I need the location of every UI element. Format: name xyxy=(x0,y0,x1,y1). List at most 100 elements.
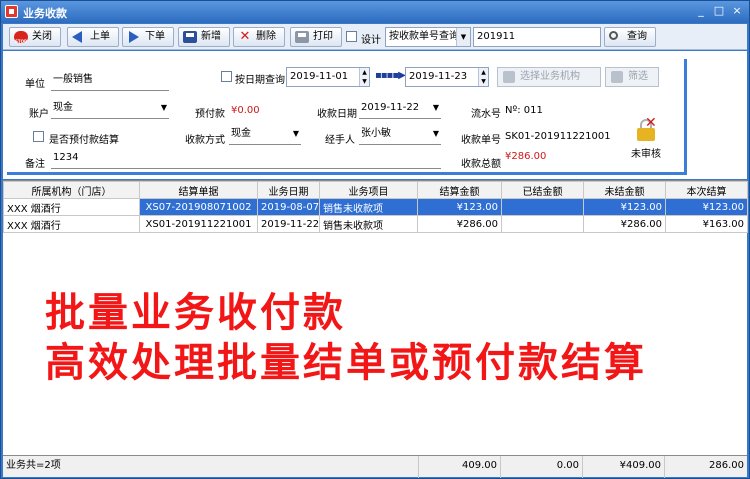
column-header[interactable]: 业务日期 xyxy=(257,181,320,199)
total-label: 收款总额 xyxy=(461,159,501,170)
next-record-button[interactable]: 下单 xyxy=(122,27,174,47)
table-cell[interactable] xyxy=(501,215,584,233)
date-from-value: 2019-11-01 xyxy=(290,71,349,82)
query-mode-select[interactable]: 按收款单号查询 ▼ xyxy=(385,27,471,47)
prepay-label: 预付款 xyxy=(195,109,225,120)
unit-field[interactable]: 一般销售 xyxy=(51,71,169,91)
handler-value: 张小敏 xyxy=(361,128,391,139)
table-cell[interactable]: ¥163.00 xyxy=(665,215,748,233)
settle-total: 409.00 xyxy=(419,456,501,478)
account-label: 账户 xyxy=(29,109,49,120)
table-cell[interactable]: ¥123.00 xyxy=(417,198,502,216)
org-icon xyxy=(503,71,515,83)
unsettled-total: ¥409.00 xyxy=(583,456,665,478)
date-range-arrow-icon: ▪▪▪▪▶ xyxy=(375,70,406,81)
delete-button[interactable]: ✕ 删除 xyxy=(233,27,285,47)
table-cell[interactable]: 2019-11-22 xyxy=(257,215,320,233)
table-row[interactable]: XXX 烟酒行 XS01-201911221001 2019-11-22 销售未… xyxy=(3,215,748,233)
table-cell[interactable]: XXX 烟酒行 xyxy=(3,215,140,233)
collect-date-value: 2019-11-22 xyxy=(361,102,420,113)
app-icon xyxy=(5,5,18,18)
serial-label: 流水号 xyxy=(471,109,501,120)
close-window-button[interactable]: × xyxy=(729,4,745,19)
new-button-label: 新增 xyxy=(201,31,221,42)
remark-field[interactable]: 1234 xyxy=(51,149,441,169)
save-disk-icon xyxy=(183,31,197,43)
filter-icon xyxy=(611,71,623,83)
query-button-label: 查询 xyxy=(627,31,647,42)
collect-date-picker[interactable]: 2019-11-22 ▼ xyxy=(359,99,441,119)
table-cell[interactable]: ¥123.00 xyxy=(665,198,748,216)
delete-button-label: 删除 xyxy=(256,31,276,42)
prev-button-label: 上单 xyxy=(90,31,110,42)
chevron-down-icon: ▼ xyxy=(456,28,470,46)
table-cell[interactable] xyxy=(501,198,584,216)
column-header[interactable]: 所属机构（门店） xyxy=(3,181,140,199)
method-label: 收款方式 xyxy=(185,135,225,146)
prepay-settle-label: 是否预付款结算 xyxy=(49,135,119,146)
receipt-form: 单位 一般销售 按日期查询 2019-11-01 ▲ ▼ ▪▪▪▪▶ 2019-1… xyxy=(3,51,747,179)
arrow-right-icon xyxy=(129,31,139,43)
method-select[interactable]: 现金 ▼ xyxy=(229,125,301,145)
method-value: 现金 xyxy=(231,128,251,139)
date-query-label: 按日期查询 xyxy=(235,75,285,86)
column-header[interactable]: 业务项目 xyxy=(319,181,418,199)
print-button-label: 打印 xyxy=(313,31,333,42)
account-value: 现金 xyxy=(53,102,73,113)
print-button[interactable]: 打印 xyxy=(290,27,342,47)
column-header[interactable]: 结算金额 xyxy=(417,181,502,199)
table-cell[interactable]: ¥286.00 xyxy=(417,215,502,233)
select-org-button[interactable]: 选择业务机构 xyxy=(497,67,601,87)
query-button[interactable]: 查询 xyxy=(604,27,656,47)
summary-footer: 业务共=2项 409.00 0.00 ¥409.00 286.00 xyxy=(3,455,747,478)
settled-total: 0.00 xyxy=(501,456,583,478)
design-checkbox[interactable] xyxy=(346,31,357,42)
spin-icon: ▲ ▼ xyxy=(359,68,369,86)
prepay-settle-checkbox[interactable] xyxy=(33,131,44,142)
chevron-down-icon: ▼ xyxy=(160,103,167,112)
search-icon xyxy=(609,31,618,40)
close-button[interactable]: 关闭 xyxy=(9,27,61,51)
table-cell[interactable]: XXX 烟酒行 xyxy=(3,198,140,216)
close-button-label: 关闭 xyxy=(32,31,52,42)
account-select[interactable]: 现金 ▼ xyxy=(51,99,169,119)
promo-subheadline: 高效处理批量结单或预付款结算 xyxy=(45,340,647,386)
prepay-value: ¥0.00 xyxy=(231,105,260,116)
chevron-down-icon: ▼ xyxy=(432,103,439,112)
filter-button[interactable]: 筛选 xyxy=(605,67,659,87)
column-header[interactable]: 结算单据 xyxy=(139,181,258,199)
prev-record-button[interactable]: 上单 xyxy=(67,27,119,47)
table-cell[interactable]: 销售未收款项 xyxy=(319,215,418,233)
app-window: 业务收款 _ □ × 关闭 上单 下单 新增 ✕ 删除 打印 xyxy=(0,0,750,479)
column-header[interactable]: 未结金额 xyxy=(583,181,666,199)
table-cell[interactable]: XS07-201908071002 xyxy=(139,198,258,216)
date-from-picker[interactable]: 2019-11-01 ▲ ▼ xyxy=(286,67,370,87)
chevron-down-icon: ▼ xyxy=(292,129,299,138)
total-value: ¥286.00 xyxy=(505,151,547,162)
spin-icon: ▲ ▼ xyxy=(478,68,488,86)
table-cell[interactable]: 销售未收款项 xyxy=(319,198,418,216)
toolbar: 关闭 上单 下单 新增 ✕ 删除 打印 设计 按收款单号查询 ▼ 201911 xyxy=(3,24,747,51)
query-input[interactable]: 201911 xyxy=(473,27,601,47)
handler-label: 经手人 xyxy=(325,135,355,146)
date-query-checkbox[interactable] xyxy=(221,71,232,82)
table-cell[interactable]: 2019-08-07 xyxy=(257,198,320,216)
unit-label: 单位 xyxy=(25,79,45,90)
printer-icon xyxy=(295,31,309,43)
table-row[interactable]: XXX 烟酒行 XS07-201908071002 2019-08-07 销售未… xyxy=(3,198,748,216)
handler-select[interactable]: 张小敏 ▼ xyxy=(359,125,441,145)
new-button[interactable]: 新增 xyxy=(178,27,230,47)
remark-label: 备注 xyxy=(25,159,45,170)
receipt-no-value: SK01-201911221001 xyxy=(505,131,611,142)
maximize-button[interactable]: □ xyxy=(711,4,727,19)
query-mode-value: 按收款单号查询 xyxy=(389,31,459,42)
table-cell[interactable]: ¥286.00 xyxy=(583,215,666,233)
column-header[interactable]: 本次结算 xyxy=(665,181,748,199)
table-cell[interactable]: XS01-201911221001 xyxy=(139,215,258,233)
design-label: 设计 xyxy=(361,35,381,46)
column-header[interactable]: 已结金额 xyxy=(501,181,584,199)
date-to-picker[interactable]: 2019-11-23 ▲ ▼ xyxy=(405,67,489,87)
collect-date-label: 收款日期 xyxy=(317,109,357,120)
table-cell[interactable]: ¥123.00 xyxy=(583,198,666,216)
minimize-button[interactable]: _ xyxy=(693,4,709,19)
